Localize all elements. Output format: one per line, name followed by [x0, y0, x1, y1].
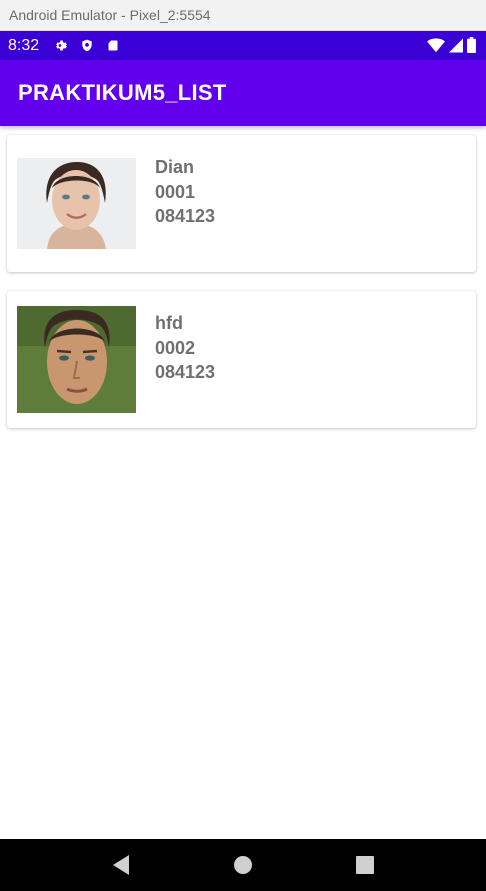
contact-phone: 084123 [155, 362, 216, 382]
signal-icon [449, 38, 463, 58]
contact-name: hfd [155, 313, 183, 333]
list-item[interactable]: hfd 0002 084123 [7, 291, 476, 428]
home-icon[interactable] [231, 853, 255, 877]
emulator-window-title: Android Emulator - Pixel_2:5554 [0, 0, 486, 31]
status-time: 8:32 [8, 36, 40, 54]
contact-photo [17, 306, 136, 413]
app-bar: PRAKTIKUM5_LIST [0, 60, 486, 126]
contact-details: hfd 0002 084123 [155, 311, 215, 385]
recents-icon[interactable] [353, 853, 377, 877]
battery-icon [467, 37, 476, 58]
shield-icon [79, 38, 95, 54]
navigation-bar [0, 839, 486, 891]
back-icon[interactable] [109, 853, 133, 877]
contact-phone: 084123 [155, 206, 216, 226]
status-right-icons [427, 37, 476, 58]
contact-details: Dian 0001 084123 [155, 155, 215, 229]
list-item[interactable]: Dian 0001 084123 [7, 135, 476, 272]
contact-id: 0002 [155, 337, 196, 358]
gear-icon [53, 38, 69, 54]
app-title: PRAKTIKUM5_LIST [18, 80, 227, 105]
wifi-icon [427, 37, 445, 58]
phone-screen: 8:32 PRAKTIKUM5_LIST Dian 0001 084123 hf… [0, 31, 486, 891]
contact-id: 0001 [155, 181, 196, 202]
sd-card-icon [105, 38, 121, 54]
status-bar: 8:32 [0, 31, 486, 60]
contact-name: Dian [155, 157, 195, 177]
contact-photo [17, 158, 136, 249]
